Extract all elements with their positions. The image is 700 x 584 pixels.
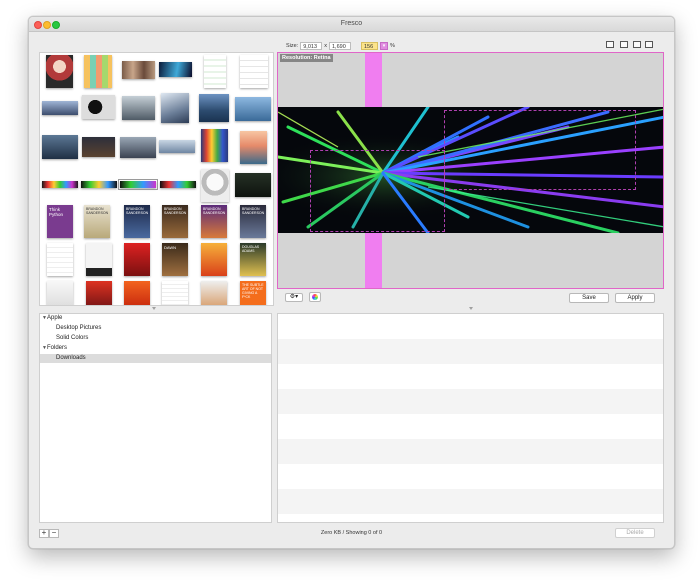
grid-view-icon[interactable] xyxy=(620,41,628,48)
thumbnail[interactable] xyxy=(46,55,73,88)
thumbnail[interactable] xyxy=(82,95,115,119)
thumbnail[interactable] xyxy=(86,243,112,276)
thumbnail[interactable] xyxy=(47,281,73,305)
percent-label: % xyxy=(389,43,395,49)
book-cover[interactable]: BRANDON SANDERSON xyxy=(162,205,188,238)
tree-item-solid-colors[interactable]: Solid Colors xyxy=(40,334,271,343)
tree-group-apple[interactable]: ▼Apple xyxy=(40,314,271,323)
thumbnail[interactable] xyxy=(124,243,150,276)
thumbnail[interactable] xyxy=(124,281,150,305)
list-row[interactable] xyxy=(278,314,663,339)
thumbnail[interactable] xyxy=(81,181,117,188)
book-cover[interactable]: Think Python xyxy=(47,205,73,238)
splitter-handle[interactable] xyxy=(152,307,156,310)
size-controls: Size: 9,013 x 1,690 156 ▾ % xyxy=(286,41,395,51)
thumbnail[interactable] xyxy=(86,281,112,305)
thumbnail[interactable] xyxy=(235,173,271,197)
delete-button[interactable]: Delete xyxy=(615,528,655,538)
book-cover[interactable]: BRANDON SANDERSON xyxy=(240,205,266,238)
thumbnail[interactable] xyxy=(120,137,156,158)
tree-group-folders[interactable]: ▼Folders xyxy=(40,344,271,353)
thumbnail[interactable] xyxy=(82,137,115,157)
title-bar: Fresco xyxy=(29,17,674,32)
list-row[interactable] xyxy=(278,489,663,514)
thumbnail[interactable] xyxy=(47,243,73,276)
list-row[interactable] xyxy=(278,514,663,522)
thumbnail-selected[interactable] xyxy=(118,179,158,190)
book-cover[interactable]: DAWN xyxy=(162,243,188,276)
single-page-icon[interactable] xyxy=(606,41,614,48)
list-row[interactable] xyxy=(278,414,663,439)
book-cover[interactable]: BRANDON SANDERSON xyxy=(201,205,227,238)
window-view-icon[interactable] xyxy=(645,41,653,48)
thumbnail[interactable] xyxy=(204,55,226,88)
list-row[interactable] xyxy=(278,339,663,364)
thumbnail[interactable] xyxy=(235,97,271,121)
book-cover[interactable]: THE SUBTLE ART OF NOT GIVING A F*CK xyxy=(240,281,266,305)
color-wheel-icon xyxy=(312,294,318,300)
zoom-field[interactable]: 156 xyxy=(360,42,378,50)
thumbnail[interactable] xyxy=(161,93,189,123)
thumbnail[interactable] xyxy=(162,281,188,305)
file-list[interactable] xyxy=(277,313,664,523)
source-list[interactable]: ▼Apple Desktop Pictures Solid Colors ▼Fo… xyxy=(39,313,272,523)
width-field[interactable]: 9,013 xyxy=(300,42,323,50)
gear-menu-button[interactable]: ⚙▾ xyxy=(285,293,303,302)
image-view-icon[interactable] xyxy=(633,41,641,48)
thumbnail[interactable] xyxy=(122,61,155,79)
zoom-stepper[interactable]: ▾ xyxy=(379,42,388,50)
thumbnail[interactable] xyxy=(159,140,195,153)
thumbnail[interactable] xyxy=(42,101,78,115)
times-label: x xyxy=(324,43,327,49)
crop-region[interactable] xyxy=(310,150,445,232)
list-row[interactable] xyxy=(278,439,663,464)
size-label: Size: xyxy=(286,43,299,49)
status-text: Zero KB / Showing 0 of 0 xyxy=(320,530,383,536)
thumbnail[interactable] xyxy=(201,243,227,276)
app-window: Fresco Size: 9,013 x 1,690 156 ▾ % Think… xyxy=(28,16,675,549)
book-cover[interactable]: BRANDON SANDERSON xyxy=(84,205,110,238)
window-title: Fresco xyxy=(340,20,363,27)
tree-item-desktop-pictures[interactable]: Desktop Pictures xyxy=(40,324,271,333)
thumbnail[interactable] xyxy=(201,129,228,162)
apply-button[interactable]: Apply xyxy=(615,293,655,303)
crop-region[interactable] xyxy=(444,110,636,190)
list-row[interactable] xyxy=(278,389,663,414)
thumbnail[interactable] xyxy=(199,94,229,122)
thumbnail[interactable] xyxy=(159,62,192,77)
thumbnail-grid[interactable]: Think Python BRANDON SANDERSON BRANDON S… xyxy=(39,52,274,306)
list-row[interactable] xyxy=(278,364,663,389)
thumbnail[interactable] xyxy=(160,181,196,188)
thumbnail[interactable] xyxy=(42,135,78,159)
save-button[interactable]: Save xyxy=(569,293,609,303)
splitter-handle[interactable] xyxy=(469,307,473,310)
resolution-label: Resolution: Retina xyxy=(280,54,333,62)
book-cover[interactable]: BRANDON SANDERSON xyxy=(124,205,150,238)
thumbnail[interactable] xyxy=(84,55,112,88)
height-field[interactable]: 1,690 xyxy=(328,42,351,50)
thumbnail[interactable] xyxy=(240,55,268,88)
thumbnail[interactable] xyxy=(201,169,229,202)
thumbnail[interactable] xyxy=(201,281,227,305)
color-picker-button[interactable] xyxy=(309,292,321,302)
thumbnail[interactable] xyxy=(122,96,155,120)
wallpaper-preview[interactable]: Resolution: Retina xyxy=(277,52,664,289)
tree-item-downloads[interactable]: Downloads xyxy=(40,354,271,363)
thumbnail[interactable] xyxy=(240,131,267,164)
thumbnail[interactable] xyxy=(42,181,78,188)
book-cover[interactable]: DOUGLAS ADAMS xyxy=(240,243,266,276)
list-row[interactable] xyxy=(278,464,663,489)
